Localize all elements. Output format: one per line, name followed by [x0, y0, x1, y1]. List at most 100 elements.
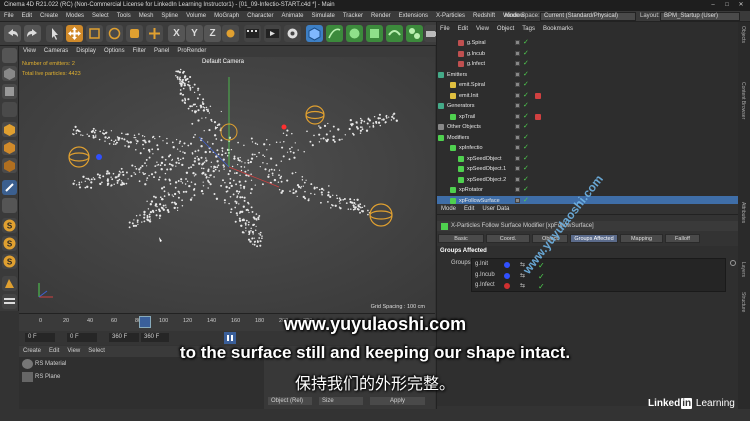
object-menu-edit[interactable]: Edit: [454, 24, 472, 34]
viewport-menu-panel[interactable]: Panel: [150, 46, 173, 57]
enabled-check-icon[interactable]: ✓: [523, 91, 529, 101]
group-row[interactable]: g.Incub ⇆ ✓: [472, 272, 725, 282]
close-button[interactable]: ✕: [734, 0, 748, 11]
minimize-button[interactable]: –: [706, 0, 720, 11]
tag-icon[interactable]: [535, 113, 541, 120]
viewport-menu-options[interactable]: Options: [100, 46, 129, 57]
tag-icon[interactable]: [535, 92, 541, 99]
side-tab-structure[interactable]: Structure: [740, 292, 746, 312]
object-menu-view[interactable]: View: [472, 24, 493, 34]
side-tab-layers[interactable]: Layers: [740, 262, 746, 277]
viewport-menu-view[interactable]: View: [19, 46, 40, 57]
pen-spline-icon[interactable]: [326, 25, 343, 42]
visibility-toggle-icon[interactable]: [515, 92, 520, 98]
edges-mode-icon[interactable]: [2, 140, 17, 155]
visibility-toggle-icon[interactable]: [515, 176, 520, 182]
menu-item-animate[interactable]: Animate: [277, 11, 307, 22]
enabled-check-icon[interactable]: ✓: [523, 112, 529, 122]
rotate-tool-icon[interactable]: [106, 25, 123, 42]
viewport-menu-filter[interactable]: Filter: [129, 46, 150, 57]
enabled-check-icon[interactable]: ✓: [523, 80, 529, 90]
solo-icon-1[interactable]: S: [2, 218, 17, 233]
move-tool-icon[interactable]: [66, 25, 83, 42]
enabled-check-icon[interactable]: ✓: [523, 175, 529, 185]
menu-item-render[interactable]: Render: [367, 11, 395, 22]
points-mode-icon[interactable]: [2, 122, 17, 137]
group-enabled-check-icon[interactable]: ✓: [538, 282, 545, 291]
snap-icon[interactable]: [2, 180, 17, 195]
menu-item-extensions[interactable]: Extensions: [395, 11, 432, 22]
visibility-toggle-icon[interactable]: [515, 155, 520, 161]
z-axis-lock-icon[interactable]: Z: [204, 25, 221, 42]
visibility-toggle-icon[interactable]: [515, 134, 520, 140]
side-tab-attributes[interactable]: Attributes: [740, 202, 746, 223]
object-row[interactable]: emit.Init ✓: [437, 91, 739, 101]
viewport-menu-prorender[interactable]: ProRender: [173, 46, 210, 57]
deformer-icon[interactable]: [386, 25, 403, 42]
recent-tools-icon[interactable]: [126, 25, 143, 42]
visibility-toggle-icon[interactable]: [515, 113, 520, 119]
visibility-toggle-icon[interactable]: [515, 187, 520, 192]
y-axis-lock-icon[interactable]: Y: [186, 25, 203, 42]
visibility-toggle-icon[interactable]: [515, 82, 520, 87]
list-options-icon[interactable]: [730, 260, 736, 266]
tweak-mode-icon[interactable]: [2, 276, 17, 291]
menu-item-redshift[interactable]: Redshift: [469, 11, 499, 22]
menu-item-tracker[interactable]: Tracker: [339, 11, 367, 22]
menu-item-mograph[interactable]: MoGraph: [210, 11, 243, 22]
coordinate-system-icon[interactable]: [222, 25, 239, 42]
group-row[interactable]: g.Infect ⇆ ✓: [472, 282, 725, 292]
object-row[interactable]: g.Spiral ✓: [437, 38, 739, 48]
side-tab-objects[interactable]: Objects: [740, 26, 746, 43]
menu-item-create[interactable]: Create: [36, 11, 62, 22]
cube-primitive-icon[interactable]: [306, 25, 323, 42]
object-row[interactable]: g.Infect ✓: [437, 59, 739, 69]
enabled-check-icon[interactable]: ✓: [523, 70, 529, 80]
texture-mode-icon[interactable]: [2, 84, 17, 99]
visibility-toggle-icon[interactable]: [515, 197, 520, 203]
undo-icon[interactable]: [4, 25, 21, 42]
object-menu-bookmarks[interactable]: Bookmarks: [539, 24, 577, 34]
viewport[interactable]: Number of emitters: 2 Total live particl…: [19, 57, 435, 313]
visibility-toggle-icon[interactable]: [515, 166, 520, 171]
mode-icon[interactable]: ⇆: [520, 282, 525, 289]
menu-item-edit[interactable]: Edit: [18, 11, 36, 22]
menu-item-xparticles[interactable]: X-Particles: [432, 11, 469, 22]
coord-size-select[interactable]: Size: [319, 397, 363, 405]
solo-icon-3[interactable]: S: [2, 254, 17, 269]
tab-coord[interactable]: Coord.: [486, 234, 530, 243]
coord-mode-select[interactable]: Object (Rel): [268, 397, 312, 405]
menu-item-volume[interactable]: Volume: [182, 11, 210, 22]
object-row[interactable]: Modifiers ✓: [437, 133, 739, 143]
object-row[interactable]: g.Incub ✓: [437, 49, 739, 59]
layout-select[interactable]: BPM_Startup (User): [660, 12, 740, 21]
object-row[interactable]: Other Objects ✓: [437, 122, 739, 132]
menu-item-character[interactable]: Character: [243, 11, 277, 22]
attribute-menu-user-data[interactable]: User Data: [478, 204, 513, 215]
object-row[interactable]: xpSeedObject.1 ✓: [437, 164, 739, 174]
enabled-check-icon[interactable]: ✓: [523, 154, 529, 164]
add-tool-icon[interactable]: [146, 25, 163, 42]
menu-item-spline[interactable]: Spline: [157, 11, 182, 22]
viewport-menu-display[interactable]: Display: [72, 46, 100, 57]
scale-tool-icon[interactable]: [86, 25, 103, 42]
make-editable-icon[interactable]: [2, 48, 17, 63]
enabled-check-icon[interactable]: ✓: [523, 49, 529, 59]
enabled-check-icon[interactable]: ✓: [523, 133, 529, 143]
object-menu-object[interactable]: Object: [493, 24, 518, 34]
enabled-check-icon[interactable]: ✓: [523, 122, 529, 132]
menu-item-select[interactable]: Select: [88, 11, 113, 22]
workplane-icon[interactable]: [2, 102, 17, 117]
menu-item-simulate[interactable]: Simulate: [308, 11, 339, 22]
object-row[interactable]: Emitters ✓: [437, 70, 739, 80]
object-row[interactable]: xpSeedObject ✓: [437, 154, 739, 164]
object-menu-file[interactable]: File: [436, 24, 454, 34]
node-space-select[interactable]: Current (Standard/Physical): [540, 12, 636, 21]
render-picture-viewer-icon[interactable]: [264, 25, 281, 42]
menu-item-modes[interactable]: Modes: [62, 11, 88, 22]
visibility-toggle-icon[interactable]: [515, 50, 520, 56]
tab-groupsaffected[interactable]: Groups Affected: [570, 234, 618, 243]
polygons-mode-icon[interactable]: [2, 158, 17, 173]
menu-item-file[interactable]: File: [0, 11, 18, 22]
enabled-check-icon[interactable]: ✓: [523, 101, 529, 111]
